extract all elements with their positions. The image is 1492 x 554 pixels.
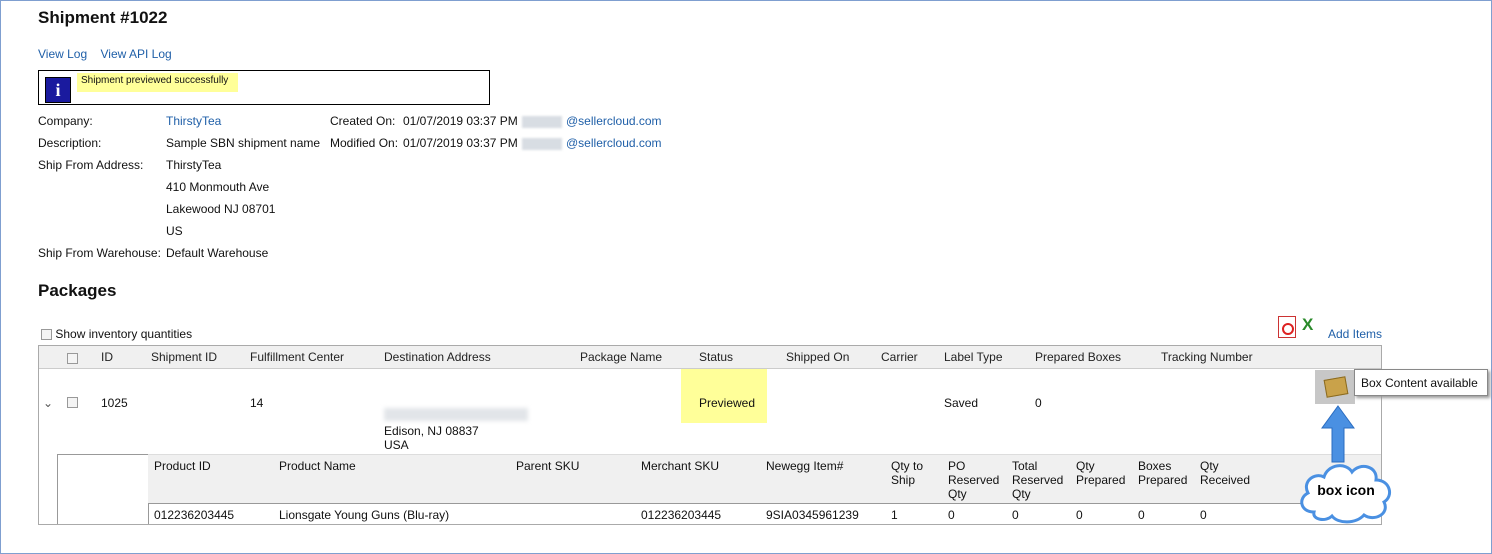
col-carrier[interactable]: Carrier: [881, 350, 918, 364]
item-qty-prepared: 0: [1076, 508, 1083, 522]
show-inventory-label: Show inventory quantities: [55, 327, 193, 341]
description-label: Description:: [38, 136, 102, 150]
item-boxes-prepared: 0: [1138, 508, 1145, 522]
status-message-box: i Shipment previewed successfully: [38, 70, 490, 105]
address-country: USA: [384, 438, 409, 452]
tooltip-text: Box Content available: [1361, 376, 1478, 390]
col-fulfillment-center[interactable]: Fulfillment Center: [250, 350, 344, 364]
sub-col-parent-sku[interactable]: Parent SKU: [516, 459, 579, 473]
sub-col-merchant-sku[interactable]: Merchant SKU: [641, 459, 719, 473]
address-line-2: 410 Monmouth Ave: [166, 180, 270, 194]
modified-by: @sellercloud.com: [522, 136, 662, 150]
ship-from-label: Ship From Address:: [38, 158, 144, 172]
select-all-checkbox[interactable]: [67, 351, 78, 365]
page-title: Shipment #1022: [38, 8, 168, 27]
sub-col-product-id[interactable]: Product ID: [154, 459, 211, 473]
modified-email[interactable]: @sellercloud.com: [566, 136, 662, 150]
address-line-3: Lakewood NJ 08701: [166, 202, 276, 216]
sub-col-qty-received[interactable]: Qty Received: [1200, 459, 1250, 487]
item-total-reserved: 0: [1012, 508, 1019, 522]
modified-label: Modified On:: [330, 136, 399, 150]
item-po-reserved: 0: [948, 508, 955, 522]
item-merchant-sku: 012236203445: [641, 508, 722, 522]
excel-icon[interactable]: X: [1302, 316, 1320, 334]
warehouse-label: Ship From Warehouse:: [38, 246, 161, 260]
show-inventory-checkbox[interactable]: [41, 329, 52, 341]
created-value: 01/07/2019 03:37 PM: [403, 114, 518, 128]
warehouse-value: Default Warehouse: [166, 246, 269, 260]
sub-col-qty-to-ship[interactable]: Qty to Ship: [891, 459, 923, 487]
callout-arrow-icon: [1321, 405, 1355, 463]
show-inventory-toggle[interactable]: Show inventory quantities: [41, 327, 192, 341]
col-shipment-id[interactable]: Shipment ID: [151, 350, 217, 364]
modified-value: 01/07/2019 03:37 PM: [403, 136, 518, 150]
address-city: Edison, NJ 08837: [384, 424, 479, 438]
log-links: View Log View API Log: [38, 47, 182, 61]
sub-col-qty-prepared[interactable]: Qty Prepared: [1076, 459, 1125, 487]
redacted-name: [522, 115, 562, 128]
created-email[interactable]: @sellercloud.com: [566, 114, 662, 128]
packages-table: ID Shipment ID Fulfillment Center Destin…: [38, 345, 1382, 525]
view-api-log-link[interactable]: View API Log: [101, 47, 172, 61]
col-package-name[interactable]: Package Name: [580, 350, 662, 364]
box-content-tooltip: Box Content available: [1354, 369, 1488, 396]
redacted-name: [522, 137, 562, 150]
chevron-down-icon[interactable]: ⌄: [43, 396, 53, 410]
package-id: 1025: [101, 396, 128, 410]
col-prepared-boxes[interactable]: Prepared Boxes: [1035, 350, 1121, 364]
callout-text: box icon: [1317, 482, 1375, 498]
prepared-boxes-value: 0: [1035, 396, 1042, 410]
sub-col-newegg-item[interactable]: Newegg Item#: [766, 459, 843, 473]
sub-col-po-reserved[interactable]: PO Reserved Qty: [948, 459, 999, 501]
description-value: Sample SBN shipment name: [166, 136, 321, 150]
subtable-spacer: [57, 454, 149, 524]
created-by: @sellercloud.com: [522, 114, 662, 128]
col-label-type[interactable]: Label Type: [944, 350, 1003, 364]
redacted-address: [384, 408, 528, 421]
fulfillment-center: 14: [250, 396, 264, 410]
view-log-link[interactable]: View Log: [38, 47, 87, 61]
list-item: 012236203445 Lionsgate Young Guns (Blu-r…: [148, 503, 1381, 524]
add-items-link[interactable]: Add Items: [1328, 327, 1382, 341]
status-value: Previewed: [699, 396, 756, 410]
info-icon: i: [45, 77, 71, 103]
packages-heading: Packages: [38, 281, 117, 300]
sub-col-product-name[interactable]: Product Name: [279, 459, 356, 473]
company-link[interactable]: ThirstyTea: [166, 114, 221, 128]
box-icon[interactable]: [1315, 370, 1355, 404]
pdf-icon[interactable]: [1278, 316, 1296, 338]
col-tracking-number[interactable]: Tracking Number: [1161, 350, 1253, 364]
table-header: ID Shipment ID Fulfillment Center Destin…: [39, 346, 1381, 369]
company-label: Company:: [38, 114, 93, 128]
item-newegg-item: 9SIA0345961239: [766, 508, 859, 522]
items-subtable-header: Product ID Product Name Parent SKU Merch…: [148, 454, 1381, 503]
col-status[interactable]: Status: [699, 350, 733, 364]
created-label: Created On:: [330, 114, 396, 128]
label-type-value: Saved: [944, 396, 979, 410]
row-checkbox[interactable]: [67, 395, 78, 409]
sub-col-boxes-prepared[interactable]: Boxes Prepared: [1138, 459, 1187, 487]
address-line-1: ThirstyTea: [166, 158, 222, 172]
sub-col-total-reserved[interactable]: Total Reserved Qty: [1012, 459, 1063, 501]
address-line-4: US: [166, 224, 183, 238]
col-destination-address[interactable]: Destination Address: [384, 350, 491, 364]
status-message: Shipment previewed successfully: [77, 73, 239, 92]
item-qty-received: 0: [1200, 508, 1207, 522]
callout-cloud: box icon: [1296, 458, 1396, 524]
col-id[interactable]: ID: [101, 350, 113, 364]
item-qty-to-ship: 1: [891, 508, 898, 522]
item-product-id: 012236203445: [154, 508, 235, 522]
col-shipped-on[interactable]: Shipped On: [786, 350, 849, 364]
item-product-name: Lionsgate Young Guns (Blu-ray): [279, 508, 450, 522]
